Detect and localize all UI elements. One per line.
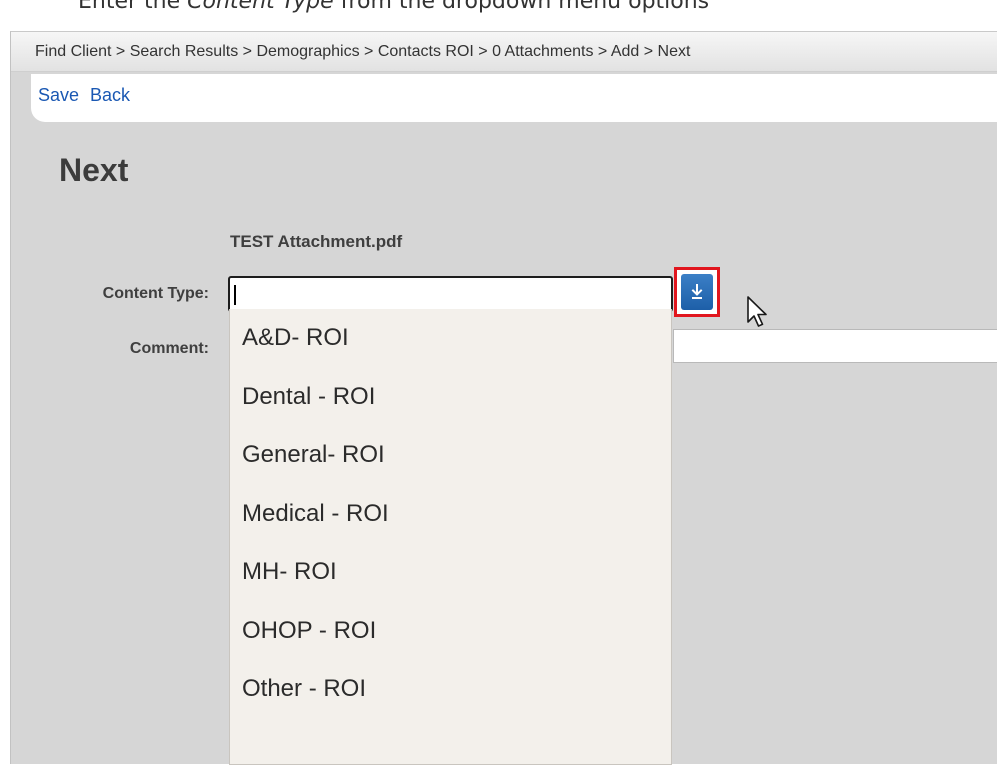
- instruction-before: Enter the: [78, 0, 188, 14]
- instruction-emphasis: Content Type: [187, 0, 334, 14]
- dropdown-option[interactable]: OHOP - ROI: [230, 602, 671, 661]
- dropdown-option[interactable]: A&D- ROI: [230, 309, 671, 368]
- app-panel: Find Client > Search Results > Demograph…: [10, 31, 997, 765]
- instruction-after: from the dropdown menu options: [333, 0, 710, 14]
- comment-label: Comment:: [129, 340, 209, 357]
- back-link[interactable]: Back: [90, 85, 130, 106]
- instruction-text: Enter the Content Type from the dropdown…: [78, 0, 709, 18]
- dropdown-option[interactable]: Dental - ROI: [230, 368, 671, 427]
- mouse-pointer-icon: [747, 296, 767, 327]
- content-type-dropdown-button[interactable]: [681, 274, 713, 310]
- download-arrow-icon: [691, 284, 703, 299]
- dropdown-option[interactable]: Other - ROI: [230, 660, 671, 719]
- action-bar: Save Back: [31, 74, 997, 122]
- dropdown-option[interactable]: General- ROI: [230, 426, 671, 485]
- page-title: Next: [59, 152, 129, 188]
- save-link[interactable]: Save: [38, 85, 79, 106]
- dropdown-option[interactable]: MH- ROI: [230, 543, 671, 602]
- dropdown-button-highlight: [674, 267, 720, 317]
- content-type-input[interactable]: [228, 276, 673, 312]
- content-type-dropdown-list: A&D- ROI Dental - ROI General- ROI Medical …: [229, 309, 672, 765]
- text-caret: [234, 285, 236, 305]
- dropdown-option[interactable]: Medical - ROI: [230, 485, 671, 544]
- comment-input[interactable]: [673, 329, 997, 363]
- breadcrumb: Find Client > Search Results > Demograph…: [11, 32, 997, 72]
- content-type-label: Content Type:: [102, 285, 209, 302]
- attachment-filename: TEST Attachment.pdf: [230, 232, 403, 251]
